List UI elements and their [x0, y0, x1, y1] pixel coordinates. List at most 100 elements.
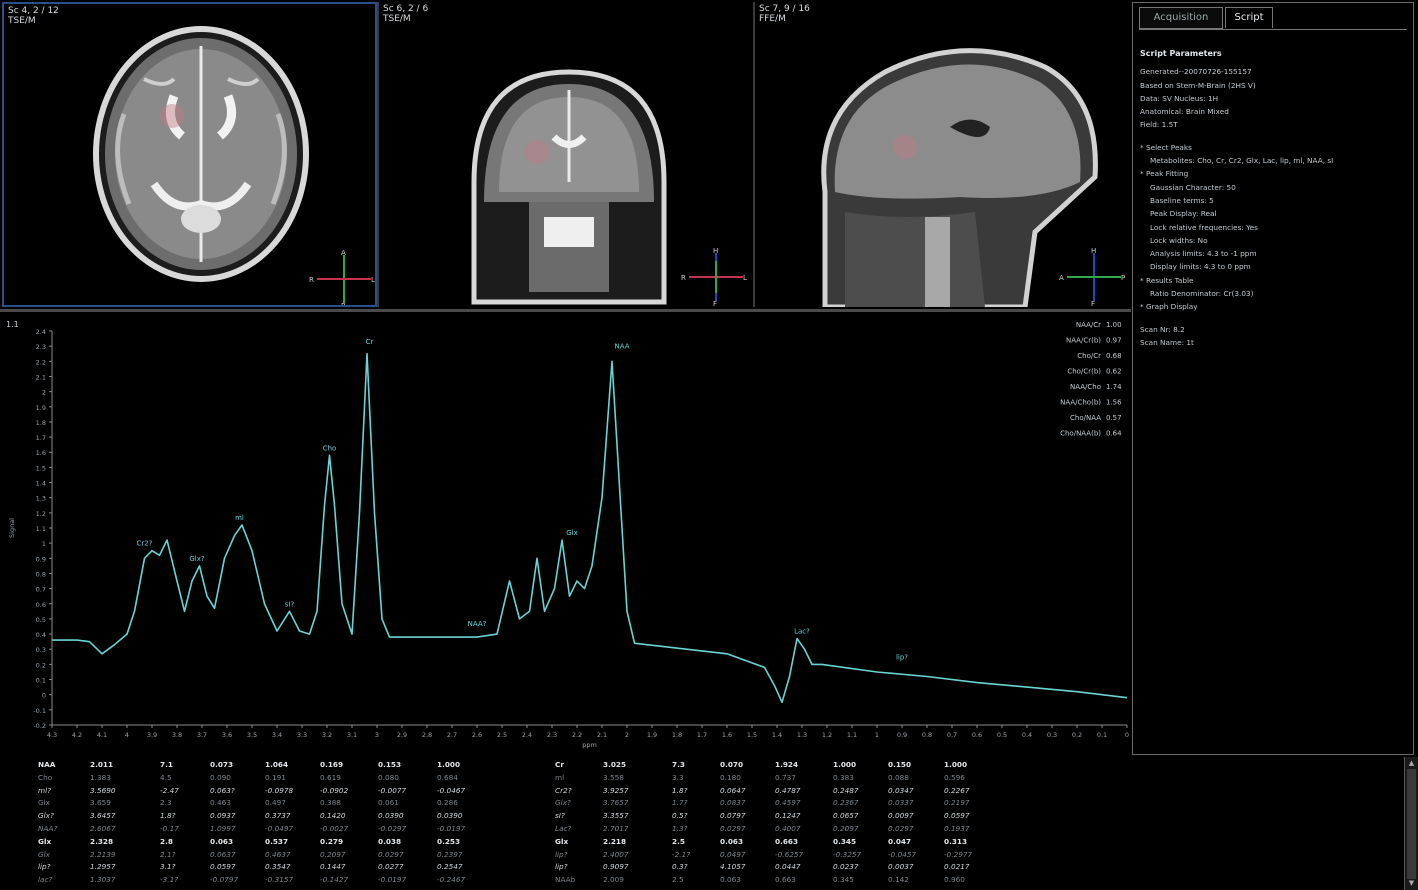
x-tick-label: 1.2	[822, 731, 832, 739]
table-row: Cr2? 3.9257 1.8? 0.0647 0.4787 0.2487 0.0347 0.…	[0, 785, 1000, 796]
y-tick-label: 1.5	[36, 464, 46, 472]
table-cell: 0.0657	[833, 811, 859, 821]
ratio-value: 0.57	[1106, 414, 1122, 422]
script-line: Scan Name: 1t	[1140, 337, 1194, 347]
table-cell: 0.4597	[775, 798, 801, 808]
script-footer-lines: Scan Nr: 8.2 Scan Name: 1t	[1140, 323, 1408, 350]
results-table-lines: Ratio Denominator: Cr(3.03)	[1140, 287, 1408, 300]
select-peaks-lines: Metabolites: Cho, Cr, Cr2, Glx, Lac, lip…	[1140, 154, 1408, 167]
results-scrollbar[interactable]: ▲ ▼	[1404, 757, 1418, 890]
spectrum-chart[interactable]: -0.2 -0.1 0 0.1 0.2 0.3 0.4 0.5 0.6 0.7 0.8 0.9 1 1.1…	[0, 313, 1131, 755]
peak-label: Cr	[366, 338, 374, 346]
orient-right: L	[743, 274, 747, 282]
ratio-value: 0.64	[1106, 430, 1122, 438]
table-cell: 3.9257	[603, 785, 629, 795]
metabolite-name: Cr	[555, 760, 564, 769]
y-tick-label: 0	[42, 692, 46, 700]
tab-script[interactable]: Script	[1225, 7, 1273, 28]
tab-acquisition[interactable]: Acquisition	[1139, 7, 1223, 29]
x-tick-label: 0.8	[922, 731, 932, 739]
x-tick-label: 4.1	[97, 731, 107, 739]
peak-label: sI?	[285, 600, 295, 608]
table-cell: 0.0237	[833, 862, 859, 872]
script-line: Display limits: 4.3 to 0 ppm	[1150, 262, 1251, 272]
ratio-label: NAA/Cho(b)	[1060, 399, 1101, 407]
scroll-thumb[interactable]	[1407, 769, 1416, 879]
select-peaks-title[interactable]: * Select Peaks	[1140, 141, 1408, 154]
splitter-horizontal[interactable]	[0, 309, 1131, 312]
table-cell: -2.1?	[672, 849, 691, 859]
table-cell: 0.142	[888, 875, 909, 885]
tab-underline	[1139, 29, 1407, 30]
chart-series	[52, 352, 1128, 704]
peak-fitting-title[interactable]: * Peak Fitting	[1140, 167, 1408, 180]
script-line: Ratio Denominator: Cr(3.03)	[1150, 289, 1254, 299]
metabolite-name: ml	[555, 772, 565, 782]
y-tick-label: 0.9	[36, 555, 46, 563]
table-cell: 2.218	[603, 836, 627, 846]
scroll-up-icon[interactable]: ▲	[1407, 759, 1416, 768]
viewport-sagittal[interactable]: Sc 7, 9 / 16 FFE/M H A P F	[755, 2, 1131, 307]
x-tick-label: 2	[625, 731, 629, 739]
table-cell: 0.4007	[775, 824, 801, 833]
viewport-coronal[interactable]: Sc 6, 2 / 6 TSE/M H R L F	[379, 2, 753, 307]
ratio-label: Cho/NAA	[1070, 414, 1101, 422]
table-cell: 0.345	[833, 875, 854, 885]
orient-left: R	[681, 274, 686, 282]
peak-label: NAA?	[468, 620, 487, 628]
orient-top: H	[713, 247, 718, 255]
viewport-axial[interactable]: Sc 4, 2 / 12 TSE/M A R L P	[2, 2, 377, 307]
metabolite-name: NAAb	[555, 875, 576, 885]
x-tick-label: 0.3	[1047, 731, 1057, 739]
y-tick-label: 0.8	[36, 570, 46, 578]
graph-display-title[interactable]: * Graph Display	[1140, 300, 1408, 313]
x-tick-label: 3.3	[297, 731, 307, 739]
script-line: Anatomical: Brain Mixed	[1140, 107, 1229, 117]
table-cell: 0.345	[833, 836, 857, 846]
script-line: Lock relative frequencies: Yes	[1150, 222, 1258, 232]
x-tick-label: 3.6	[222, 731, 232, 739]
y-tick-label: 1	[42, 540, 46, 548]
x-tick-label: 3.1	[347, 731, 357, 739]
script-line: Scan Nr: 8.2	[1140, 324, 1185, 334]
ratio-label: NAA/Cho	[1070, 383, 1101, 391]
orient-top: A	[341, 249, 346, 257]
table-cell: 0.088	[888, 772, 909, 782]
table-cell: 0.0797	[720, 811, 746, 821]
x-tick-label: 2.4	[522, 731, 532, 739]
table-row: sI? 3.3557 0.5? 0.0797 0.1247 0.0657 0.0097 0.0…	[0, 810, 1000, 821]
orient-top: H	[1091, 247, 1096, 255]
x-tick-label: 1.6	[722, 731, 732, 739]
table-cell: 0.2487	[833, 785, 859, 795]
table-cell: 0.9097	[603, 862, 629, 872]
table-cell: 0.0217	[944, 862, 970, 872]
orientation-cube-axial: A R L P	[309, 249, 375, 305]
script-title: Script Parameters	[1140, 49, 1222, 58]
y-tick-label: 1.4	[36, 480, 46, 488]
orient-bottom: F	[1091, 300, 1095, 307]
table-cell: 0.0337	[888, 798, 914, 808]
table-cell: 0.0097	[888, 811, 914, 821]
table-cell: 3.025	[603, 760, 627, 769]
table-row: NAAb 2.009 2.5 0.063 0.663 0.345 0.142 0.960	[0, 874, 1000, 885]
peak-fitting-lines: Gaussian Character: 50 Baseline terms: 5 P…	[1140, 181, 1408, 274]
y-tick-label: 0.7	[36, 586, 46, 594]
table-cell: 0.0297	[888, 824, 914, 833]
ratio-value: 0.62	[1106, 368, 1122, 376]
table-cell: 0.2197	[944, 798, 970, 808]
script-line: Generated--20070726-155157	[1140, 67, 1252, 77]
scroll-down-icon[interactable]: ▼	[1407, 879, 1416, 888]
table-cell: 0.3?	[672, 862, 688, 872]
results-table-title[interactable]: * Results Table	[1140, 274, 1408, 287]
table-cell: 7.3	[672, 760, 685, 769]
table-cell: 0.0297	[720, 824, 746, 833]
x-tick-label: 1.9	[647, 731, 657, 739]
y-tick-label: 0.1	[36, 677, 46, 685]
y-tick-label: 1.9	[36, 404, 46, 412]
metabolite-name: Lac?	[555, 824, 572, 833]
x-tick-label: 2.2	[572, 731, 582, 739]
x-axis-title: ppm	[582, 741, 597, 749]
spectrum-plot-panel[interactable]: -0.2 -0.1 0 0.1 0.2 0.3 0.4 0.5 0.6 0.7 0.8 0.9 1 1.1…	[0, 313, 1131, 755]
x-tick-label: 2.7	[447, 731, 457, 739]
table-cell: 0.1937	[944, 824, 970, 833]
